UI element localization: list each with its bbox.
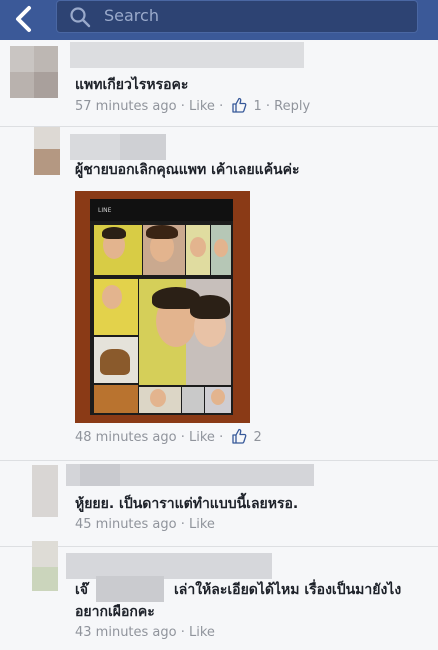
comment-timestamp: 48 minutes ago: [75, 430, 177, 445]
photo-app-title: LINE: [98, 207, 112, 214]
name-redaction-block: [120, 134, 166, 160]
thumbs-up-icon: [231, 428, 247, 448]
comment-timestamp: 45 minutes ago: [75, 517, 177, 532]
like-link[interactable]: Like: [189, 517, 215, 532]
commenter-avatar[interactable]: [6, 127, 62, 175]
like-count: 1: [253, 99, 262, 114]
comment-timestamp: 57 minutes ago: [75, 99, 177, 114]
search-placeholder: Search: [104, 6, 159, 25]
top-navigation-bar: Search: [0, 0, 438, 40]
comment-text: เจ๊ เล่าให้ละเอียดได้ไหม เรื่องเป็นมายังไ…: [75, 579, 424, 623]
comment-item: หู้ยยย. เป็นดาราแต่ทำแบบนี้เลยหรอ. 45 mi…: [0, 461, 438, 547]
comment-meta: 48 minutes ago · Like · 2: [75, 428, 262, 448]
commenter-avatar[interactable]: [6, 46, 62, 98]
thumbs-up-icon: [231, 97, 247, 117]
back-chevron-icon[interactable]: [10, 4, 40, 34]
like-count: 2: [253, 430, 262, 445]
comment-text-prefix: เจ๊: [75, 582, 88, 598]
comment-item: แพทเกียวไรหรอคะ 57 minutes ago · Like · …: [0, 40, 438, 127]
search-icon: [69, 6, 91, 32]
comment-item: เจ๊ เล่าให้ละเอียดได้ไหม เรื่องเป็นมายังไ…: [0, 541, 438, 650]
like-link[interactable]: Like: [189, 625, 215, 640]
comment-meta: 45 minutes ago · Like: [75, 517, 215, 532]
comment-item: ผู้ชายบอกเลิกคุณแพท เค้าเลยแค้นค่ะ LINE: [0, 127, 438, 461]
comment-meta: 57 minutes ago · Like · 1 · Reply: [75, 97, 310, 117]
comment-photo[interactable]: LINE: [75, 191, 250, 423]
name-redaction-block: [80, 464, 120, 486]
comment-text: หู้ยยย. เป็นดาราแต่ทำแบบนี้เลยหรอ.: [75, 496, 299, 512]
comment-text: ผู้ชายบอกเลิกคุณแพท เค้าเลยแค้นค่ะ: [75, 162, 300, 178]
like-link[interactable]: Like: [189, 99, 215, 114]
comment-timestamp: 43 minutes ago: [75, 625, 177, 640]
commenter-avatar[interactable]: [6, 541, 62, 595]
commenter-avatar[interactable]: [6, 465, 62, 517]
comment-text-body: เล่าให้ละเอียดได้ไหม เรื่องเป็นมายังไง อ…: [75, 582, 402, 620]
commenter-name-redacted[interactable]: [70, 42, 304, 68]
comment-text: แพทเกียวไรหรอคะ: [75, 77, 189, 93]
comment-meta: 43 minutes ago · Like: [75, 625, 215, 640]
reply-link[interactable]: Reply: [274, 99, 310, 114]
search-field[interactable]: Search: [56, 0, 418, 33]
phone-screen: LINE: [90, 199, 233, 415]
like-link[interactable]: Like: [189, 430, 215, 445]
